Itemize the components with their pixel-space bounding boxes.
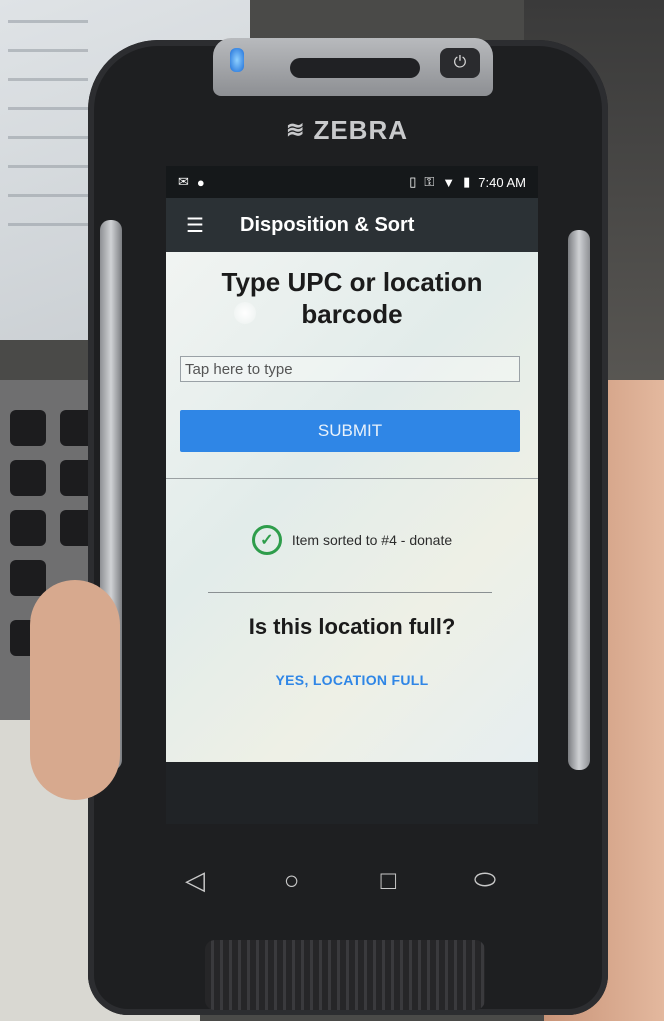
device-side-rail-right <box>568 230 590 770</box>
device-speaker <box>290 58 420 78</box>
hardware-nav-bar: ◁ ○ □ ⬭ <box>170 850 510 910</box>
check-circle-icon: ✓ <box>251 525 282 555</box>
gmail-icon: ✉ <box>178 174 189 189</box>
app-title: Disposition & Sort <box>240 213 415 236</box>
home-circle-icon[interactable]: ○ <box>267 865 317 896</box>
status-bar: ✉ ● ▯ ⚿ ▼ ▮ 7:40 AM <box>166 166 538 198</box>
hamburger-menu-icon[interactable]: ☰ <box>186 213 214 238</box>
sort-result-message: Item sorted to #4 - donate <box>291 532 453 548</box>
power-button[interactable]: ⏻ <box>440 48 480 78</box>
wifi-icon: ▼ <box>442 174 456 190</box>
back-triangle-icon[interactable]: ◁ <box>170 865 220 896</box>
recents-square-icon[interactable]: □ <box>363 865 413 896</box>
zebra-logo-icon: ≋ <box>286 117 306 142</box>
status-right-icons: ▯ ⚿ ▼ ▮ 7:40 AM <box>409 174 526 190</box>
vpn-key-icon: ⚿ <box>424 174 435 189</box>
device-brand-logo: ≋ ZEBRA <box>286 112 426 148</box>
barcode-input[interactable] <box>180 356 520 382</box>
divider <box>208 592 492 593</box>
app-bar: ☰ Disposition & Sort <box>166 198 538 252</box>
device-bottom-grip <box>205 940 485 1010</box>
scan-heading: Type UPC or location barcode <box>221 267 483 329</box>
battery-icon: ▮ <box>463 174 471 189</box>
device-led-icon <box>230 48 244 72</box>
location-full-button[interactable]: YES, LOCATION FULL <box>166 672 538 688</box>
device-brand-text: ZEBRA <box>313 114 408 145</box>
submit-button[interactable]: SUBMIT <box>180 410 520 452</box>
divider <box>166 478 538 479</box>
vibrate-icon: ▯ <box>409 174 417 189</box>
main-content: Type UPC or location barcode SUBMIT ✓ It… <box>166 252 538 762</box>
pill-icon[interactable]: ⬭ <box>460 864 510 896</box>
holding-thumb <box>30 580 120 800</box>
screen-bottom-area <box>166 762 538 824</box>
messaging-icon: ● <box>196 174 205 190</box>
location-full-question: Is this location full? <box>248 614 456 639</box>
device-screen: ✉ ● ▯ ⚿ ▼ ▮ 7:40 AM ☰ Disposition & Sort… <box>166 166 538 824</box>
status-left-icons: ✉ ● <box>178 174 205 190</box>
status-time: 7:40 AM <box>478 174 526 190</box>
background-text-lines <box>8 20 88 252</box>
screen-glare <box>234 302 256 324</box>
sort-result: ✓ Item sorted to #4 - donate <box>166 522 538 558</box>
